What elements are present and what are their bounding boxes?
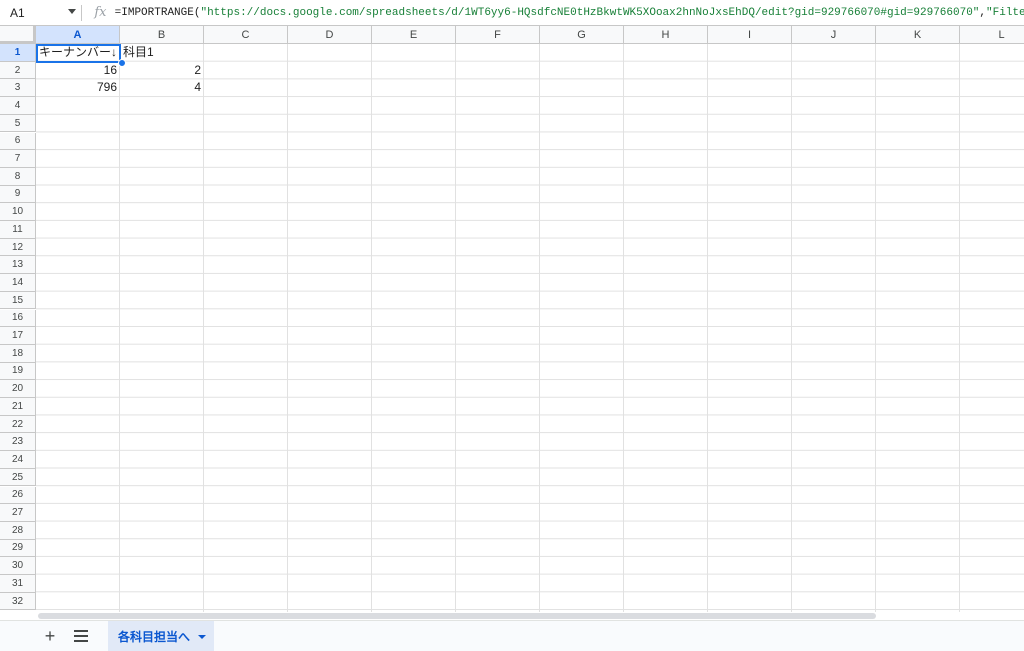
sheet-grid[interactable]: ABCDEFGHIJKL 1 2 3 4 5 6 7 8 9 10 11 12 13 14 15 16 17 18… bbox=[0, 26, 1024, 612]
row-header-12[interactable]: 12 bbox=[0, 238, 36, 257]
all-sheets-button[interactable] bbox=[74, 630, 88, 642]
column-header-i[interactable]: I bbox=[708, 26, 792, 44]
menu-icon-bar bbox=[74, 630, 88, 632]
cell-a3[interactable]: 796 bbox=[36, 79, 120, 96]
fill-handle[interactable] bbox=[118, 59, 126, 67]
row-header-16[interactable]: 16 bbox=[0, 309, 36, 328]
formula-prefix: =IMPORTRANGE( bbox=[114, 6, 201, 19]
row-header-7[interactable]: 7 bbox=[0, 150, 36, 168]
row-header-22[interactable]: 22 bbox=[0, 415, 36, 434]
row-header-14[interactable]: 14 bbox=[0, 274, 36, 292]
formula-input[interactable]: =IMPORTRANGE("https://docs.google.com/sp… bbox=[115, 7, 1024, 19]
sheet-tab-label: 各科目担当へ bbox=[118, 630, 191, 644]
sheet-tab-active[interactable]: 各科目担当へ bbox=[108, 621, 214, 651]
column-header-g[interactable]: G bbox=[540, 26, 624, 44]
row-header-3[interactable]: 3 bbox=[0, 79, 36, 98]
row-header-17[interactable]: 17 bbox=[0, 327, 36, 345]
spreadsheet-app: A1 fx =IMPORTRANGE("https://docs.google.… bbox=[0, 0, 1024, 651]
cell-area[interactable]: キーナンバー↓ 科目1 16 2 796 4 bbox=[36, 44, 1024, 612]
row-header-23[interactable]: 23 bbox=[0, 433, 36, 452]
row-header-13[interactable]: 13 bbox=[0, 256, 36, 275]
row-header-8[interactable]: 8 bbox=[0, 167, 36, 186]
name-box-value: A1 bbox=[10, 5, 25, 20]
row-header-1[interactable]: 1 bbox=[0, 44, 36, 62]
column-header-c[interactable]: C bbox=[204, 26, 288, 44]
sheet-tab-bar: + 各科目担当へ bbox=[0, 620, 1024, 651]
row-header-24[interactable]: 24 bbox=[0, 451, 36, 469]
select-all-corner[interactable] bbox=[0, 26, 36, 44]
plus-icon: + bbox=[44, 626, 56, 646]
row-header-18[interactable]: 18 bbox=[0, 344, 36, 363]
column-header-a[interactable]: A bbox=[36, 26, 120, 44]
row-header-20[interactable]: 20 bbox=[0, 380, 36, 398]
column-header-l[interactable]: L bbox=[960, 26, 1024, 44]
row-header-32[interactable]: 32 bbox=[0, 592, 36, 611]
column-header-d[interactable]: D bbox=[288, 26, 372, 44]
menu-icon-bar bbox=[74, 635, 88, 637]
row-header-9[interactable]: 9 bbox=[0, 185, 36, 204]
row-header-31[interactable]: 31 bbox=[0, 575, 36, 593]
row-header-27[interactable]: 27 bbox=[0, 504, 36, 522]
cell-b1[interactable]: 科目1 bbox=[120, 44, 204, 61]
formula-arg-range: "Filter!M1:M3" bbox=[986, 6, 1024, 19]
cell-b2[interactable]: 2 bbox=[120, 62, 204, 79]
chevron-down-icon[interactable] bbox=[68, 8, 76, 14]
row-header-10[interactable]: 10 bbox=[0, 203, 36, 221]
horizontal-scrollbar-thumb[interactable] bbox=[38, 613, 876, 619]
row-header-25[interactable]: 25 bbox=[0, 468, 36, 487]
add-sheet-button[interactable]: + bbox=[40, 625, 60, 647]
row-header-21[interactable]: 21 bbox=[0, 398, 36, 416]
row-header-29[interactable]: 29 bbox=[0, 539, 36, 558]
formula-arg-url: "https://docs.google.com/spreadsheets/d/… bbox=[200, 6, 980, 19]
fx-icon: fx bbox=[94, 5, 107, 20]
formula-bar: A1 fx =IMPORTRANGE("https://docs.google.… bbox=[0, 0, 1024, 26]
column-header-f[interactable]: F bbox=[456, 26, 540, 44]
row-header-30[interactable]: 30 bbox=[0, 557, 36, 575]
row-header-26[interactable]: 26 bbox=[0, 486, 36, 505]
column-header-j[interactable]: J bbox=[792, 26, 876, 44]
menu-icon-bar bbox=[74, 640, 88, 642]
cell-b3[interactable]: 4 bbox=[120, 79, 204, 96]
cell-a1[interactable]: キーナンバー↓ bbox=[36, 44, 120, 61]
row-header-28[interactable]: 28 bbox=[0, 521, 36, 540]
row-header-6[interactable]: 6 bbox=[0, 132, 36, 151]
row-header-15[interactable]: 15 bbox=[0, 291, 36, 310]
row-header-11[interactable]: 11 bbox=[0, 221, 36, 239]
formula-bar-divider bbox=[81, 4, 83, 21]
cell-a2[interactable]: 16 bbox=[36, 62, 120, 79]
column-header-k[interactable]: K bbox=[876, 26, 960, 44]
row-header-19[interactable]: 19 bbox=[0, 362, 36, 381]
name-box[interactable]: A1 bbox=[0, 0, 79, 26]
row-header-2[interactable]: 2 bbox=[0, 61, 36, 80]
row-header-5[interactable]: 5 bbox=[0, 114, 36, 133]
column-header-b[interactable]: B bbox=[120, 26, 204, 44]
column-header-e[interactable]: E bbox=[372, 26, 456, 44]
row-header-4[interactable]: 4 bbox=[0, 97, 36, 115]
column-header-h[interactable]: H bbox=[624, 26, 708, 44]
chevron-down-icon[interactable] bbox=[198, 635, 206, 639]
